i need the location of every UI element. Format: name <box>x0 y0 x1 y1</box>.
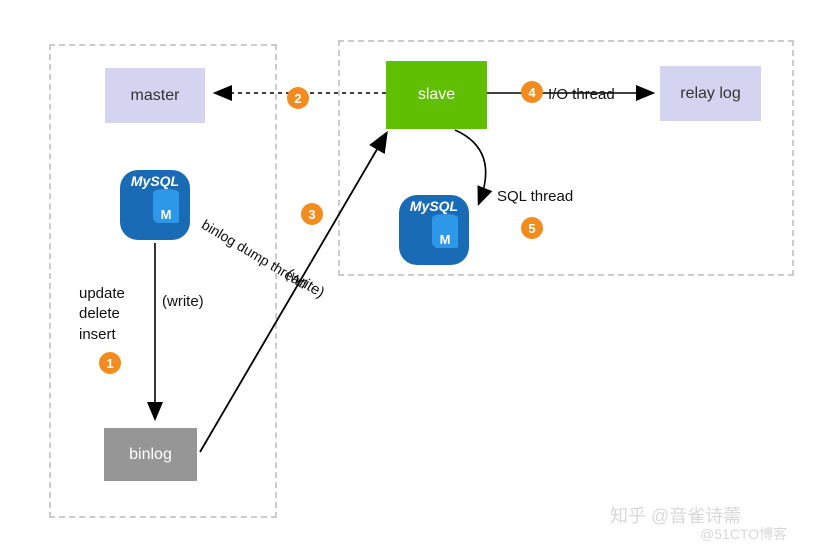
watermark-cto: @51CTO博客 <box>700 524 787 544</box>
mysql-label-slave: MySQL <box>410 198 458 214</box>
mysql-slave-icon: MySQL M <box>399 195 469 265</box>
step-4-badge: 4 <box>521 81 543 103</box>
step-2-badge: 2 <box>287 87 309 109</box>
mysql-master-icon: MySQL M <box>120 170 190 240</box>
mysql-label-master: MySQL <box>131 173 179 189</box>
step-1-badge: 1 <box>99 352 121 374</box>
sql-thread-label: SQL thread <box>497 188 573 205</box>
relay-label: relay log <box>680 85 740 103</box>
binlog-label: binlog <box>129 446 172 464</box>
master-label: master <box>131 87 180 105</box>
io-thread-label: I/O thread <box>548 86 615 103</box>
operations-text: update delete insert <box>79 284 125 345</box>
master-node: master <box>105 68 205 123</box>
write-1-label: (write) <box>162 293 204 310</box>
step-3-badge: 3 <box>301 203 323 225</box>
binlog-node: binlog <box>104 428 197 481</box>
step-5-badge: 5 <box>521 217 543 239</box>
slave-node: slave <box>386 61 487 129</box>
slave-label: slave <box>418 86 455 104</box>
relay-log-node: relay log <box>660 66 761 121</box>
write-2-label: (write) <box>283 265 327 301</box>
